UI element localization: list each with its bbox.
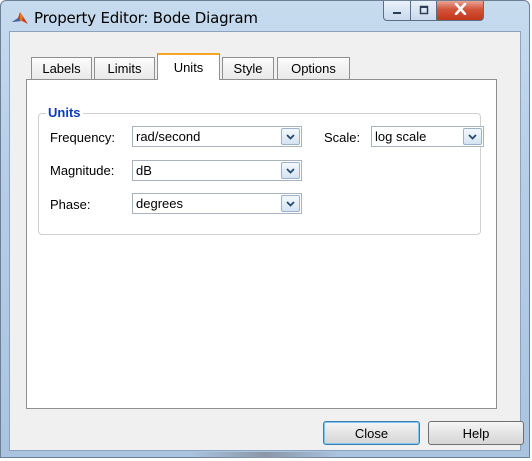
units-group-title: Units bbox=[46, 105, 83, 120]
tab-units[interactable]: Units bbox=[157, 53, 220, 80]
chevron-down-icon[interactable] bbox=[463, 128, 482, 145]
magnitude-label: Magnitude: bbox=[50, 163, 115, 178]
chevron-down-icon[interactable] bbox=[281, 128, 300, 145]
matlab-logo-icon bbox=[11, 10, 29, 26]
phase-value: degrees bbox=[136, 196, 183, 211]
magnitude-value: dB bbox=[136, 163, 152, 178]
scale-value: log scale bbox=[375, 129, 427, 144]
tab-labels[interactable]: Labels bbox=[31, 57, 92, 79]
phase-dropdown[interactable]: degrees bbox=[132, 193, 302, 214]
maximize-button[interactable] bbox=[410, 1, 437, 21]
frequency-label: Frequency: bbox=[50, 130, 116, 145]
scale-label: Scale: bbox=[324, 130, 361, 145]
magnitude-dropdown[interactable]: dB bbox=[132, 160, 302, 181]
tab-limits[interactable]: Limits bbox=[94, 57, 155, 79]
help-button[interactable]: Help bbox=[428, 421, 524, 445]
frequency-dropdown[interactable]: rad/second bbox=[132, 126, 302, 147]
chevron-down-icon[interactable] bbox=[281, 162, 300, 179]
scale-dropdown[interactable]: log scale bbox=[371, 126, 484, 147]
minimize-icon bbox=[392, 2, 402, 20]
window-title: Property Editor: Bode Diagram bbox=[34, 9, 258, 27]
chevron-down-icon[interactable] bbox=[281, 195, 300, 212]
close-icon bbox=[454, 2, 467, 20]
minimize-button[interactable] bbox=[383, 1, 411, 21]
close-window-button[interactable] bbox=[436, 1, 484, 21]
taskbar-shadow bbox=[190, 452, 340, 458]
title-bar[interactable]: Property Editor: Bode Diagram bbox=[1, 1, 529, 31]
phase-label: Phase: bbox=[50, 197, 91, 212]
close-button[interactable]: Close bbox=[323, 421, 420, 445]
frequency-value: rad/second bbox=[136, 129, 201, 144]
tab-style[interactable]: Style bbox=[222, 57, 274, 79]
maximize-icon bbox=[419, 2, 429, 20]
tab-options[interactable]: Options bbox=[277, 57, 350, 79]
